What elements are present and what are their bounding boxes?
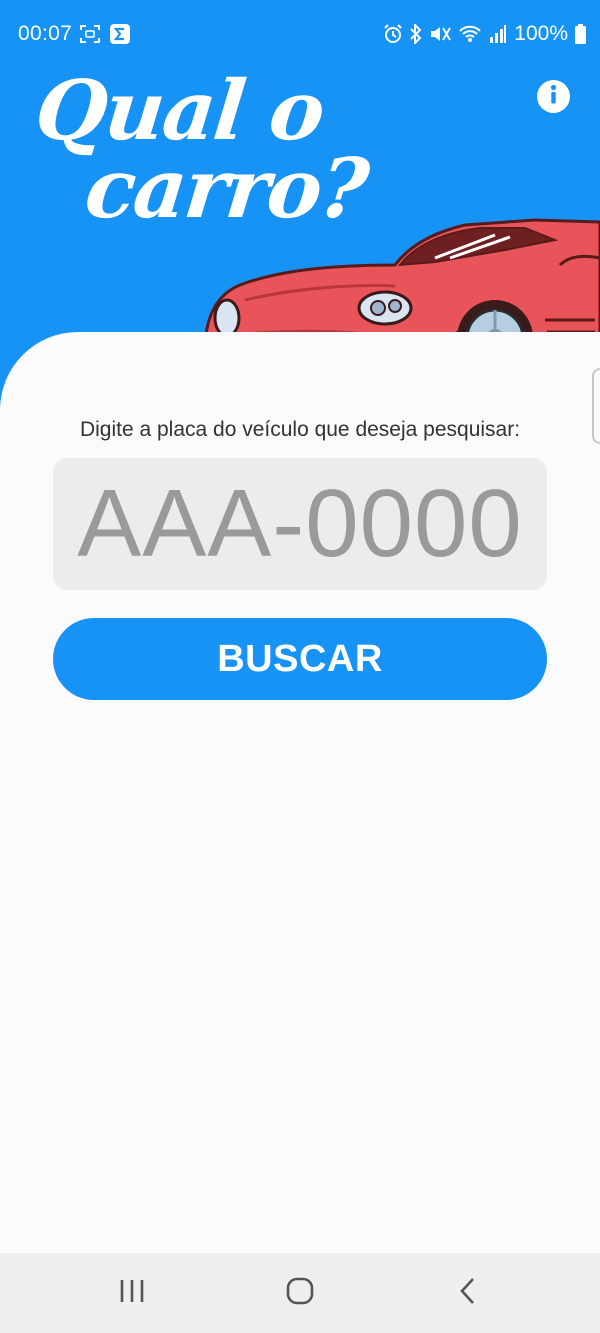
sigma-app-icon xyxy=(110,24,130,49)
search-button[interactable]: BUSCAR xyxy=(53,618,547,700)
navigation-bar xyxy=(0,1253,600,1333)
signal-icon xyxy=(489,24,507,44)
back-icon xyxy=(459,1277,477,1310)
plate-input[interactable] xyxy=(53,458,547,590)
screenshot-icon xyxy=(80,25,100,48)
wifi-icon xyxy=(458,24,482,44)
info-icon xyxy=(537,78,570,116)
home-icon xyxy=(286,1277,314,1310)
status-right-icons: 100% xyxy=(383,22,586,46)
bluetooth-icon xyxy=(410,24,422,44)
edge-panel-handle[interactable] xyxy=(592,368,600,444)
app-screen: 00:07 100% Qual o carro? Digite a placa … xyxy=(0,0,600,1333)
back-button[interactable] xyxy=(438,1271,498,1315)
battery-icon xyxy=(575,24,586,44)
status-time: 00:07 xyxy=(18,22,73,45)
recent-apps-button[interactable] xyxy=(102,1271,162,1315)
recent-apps-icon xyxy=(118,1278,146,1309)
status-bar: 00:07 100% xyxy=(0,0,600,68)
mute-icon xyxy=(429,24,452,44)
status-left-icons xyxy=(80,24,130,49)
app-logo: Qual o carro? xyxy=(30,63,371,237)
home-button[interactable] xyxy=(270,1271,330,1315)
battery-label: 100% xyxy=(514,22,568,45)
alarm-icon xyxy=(383,24,403,44)
plate-prompt-label: Digite a placa do veículo que deseja pes… xyxy=(79,418,521,441)
logo-line-1: Qual o xyxy=(30,63,328,159)
info-button[interactable] xyxy=(537,80,570,113)
